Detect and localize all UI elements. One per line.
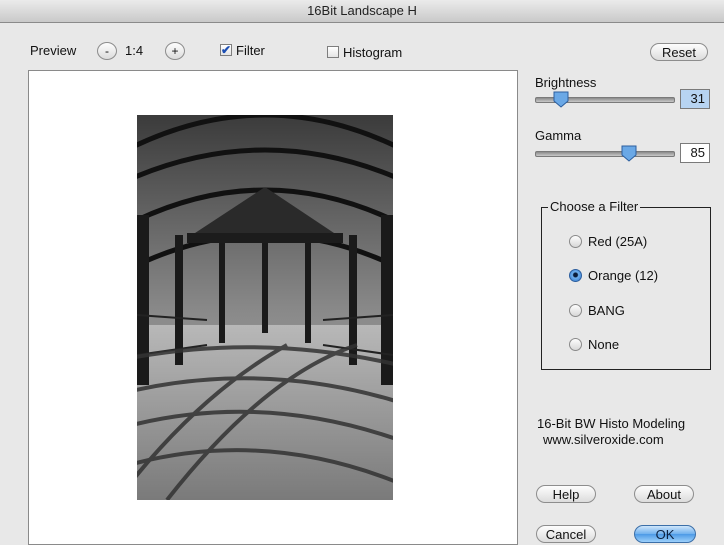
filter-checkbox[interactable]: ✔ <box>220 44 232 56</box>
gamma-slider-track[interactable] <box>535 151 675 157</box>
brightness-label: Brightness <box>535 75 597 90</box>
gamma-label: Gamma <box>535 128 582 143</box>
filter-radio-none[interactable] <box>569 338 582 351</box>
checkmark-icon: ✔ <box>221 43 232 57</box>
filter-radio-orange[interactable] <box>569 269 582 282</box>
histogram-checkbox[interactable] <box>327 46 339 58</box>
info-title: 16-Bit BW Histo Modeling <box>537 416 686 431</box>
window-title: 16Bit Landscape H <box>307 3 417 18</box>
filter-radio-bang-label: BANG <box>588 303 625 318</box>
filter-radio-none-label: None <box>588 337 620 352</box>
preview-area[interactable] <box>28 70 518 545</box>
zoom-out-button[interactable]: - <box>97 42 117 60</box>
zoom-in-button[interactable]: + <box>165 42 185 60</box>
about-button[interactable]: About <box>634 485 694 503</box>
zoom-level: 1:4 <box>125 43 144 58</box>
preview-label: Preview <box>30 43 77 58</box>
help-button[interactable]: Help <box>536 485 596 503</box>
reset-button[interactable]: Reset <box>650 43 708 61</box>
gamma-slider-thumb[interactable] <box>621 145 637 162</box>
info-website: www.silveroxide.com <box>543 432 664 447</box>
filter-radio-red[interactable] <box>569 235 582 248</box>
filter-group: Choose a Filter Red (25A) Orange (12) BA… <box>541 199 711 370</box>
brightness-slider-thumb[interactable] <box>553 91 569 108</box>
gamma-value-field[interactable]: 85 <box>680 143 710 163</box>
filter-group-title: Choose a Filter <box>548 199 641 214</box>
window-title-bar[interactable]: 16Bit Landscape H <box>0 0 724 23</box>
filter-checkbox-label: Filter <box>236 43 265 58</box>
brightness-value-field[interactable]: 31 <box>680 89 710 109</box>
filter-radio-bang[interactable] <box>569 304 582 317</box>
cancel-button[interactable]: Cancel <box>536 525 596 543</box>
histogram-checkbox-label: Histogram <box>343 45 403 60</box>
filter-radio-red-label: Red (25A) <box>588 234 648 249</box>
filter-radio-orange-label: Orange (12) <box>588 268 659 283</box>
preview-image <box>137 115 393 500</box>
ok-button[interactable]: OK <box>634 525 696 543</box>
